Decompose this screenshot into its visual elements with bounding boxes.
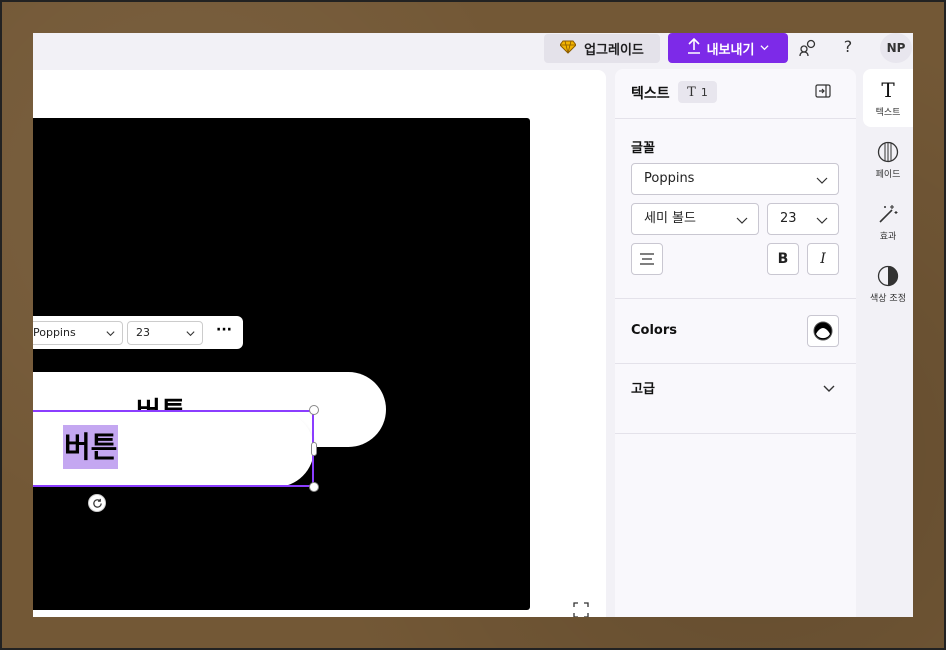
export-button[interactable]: 내보내기 — [668, 33, 788, 63]
more-options-button[interactable]: ··· — [213, 321, 235, 343]
font-size-value: 23 — [136, 326, 150, 339]
resize-handle-top-right[interactable] — [309, 405, 319, 415]
chevron-down-icon — [760, 41, 769, 56]
font-weight-value: 세미 볼드 — [644, 211, 696, 226]
rotate-icon[interactable] — [88, 494, 106, 512]
rail-item-text[interactable]: T 텍스트 — [863, 69, 913, 127]
selection-box[interactable] — [33, 410, 314, 487]
text-count: 1 — [700, 85, 708, 99]
font-section: 글꼴 Poppins 세미 볼드 23 B I — [615, 119, 856, 299]
collaborate-icon[interactable] — [798, 38, 818, 58]
chevron-down-icon — [186, 331, 195, 337]
italic-button[interactable]: I — [807, 243, 839, 275]
upgrade-label: 업그레이드 — [584, 43, 644, 58]
diamond-icon — [559, 40, 577, 58]
font-dropdown-value: Poppins — [33, 326, 76, 339]
fullscreen-icon[interactable] — [573, 602, 589, 617]
magic-wand-icon — [877, 203, 899, 225]
align-center-icon — [640, 253, 654, 265]
text-icon: T — [687, 84, 696, 100]
advanced-label: 고급 — [631, 382, 655, 397]
rail-item-color-adjust[interactable]: 색상 조정 — [863, 255, 913, 313]
font-weight-select[interactable]: 세미 볼드 — [631, 203, 759, 235]
chevron-down-icon — [106, 331, 115, 337]
align-center-button[interactable] — [631, 243, 663, 275]
chevron-down-icon — [736, 217, 748, 224]
bold-button[interactable]: B — [767, 243, 799, 275]
chevron-down-icon — [816, 217, 828, 224]
colors-label: Colors — [631, 323, 678, 338]
canvas-area: 버튼 버튼 Poppins 23 ··· — [33, 70, 606, 617]
font-family-select[interactable]: Poppins — [631, 163, 839, 195]
color-picker-button[interactable] — [807, 315, 839, 347]
editor-app: 업그레이드 내보내기 ? NP 버튼 버튼 — [33, 33, 913, 617]
top-bar: 업그레이드 내보내기 ? NP — [33, 33, 913, 69]
color-swatch-icon — [813, 321, 833, 341]
font-dropdown[interactable]: Poppins — [33, 321, 123, 345]
rail-item-label: 색상 조정 — [870, 293, 906, 304]
rail-item-label: 효과 — [879, 231, 897, 242]
resize-handle-right[interactable] — [311, 442, 317, 456]
resize-handle-bottom-right[interactable] — [309, 482, 319, 492]
font-size-dropdown[interactable]: 23 — [127, 321, 203, 345]
tools-rail: T 텍스트 페이드 효과 색상 조정 — [863, 69, 913, 617]
text-count-badge: T 1 — [678, 81, 717, 103]
text-icon: T — [881, 77, 895, 102]
advanced-section[interactable]: 고급 — [615, 364, 856, 434]
export-label: 내보내기 — [706, 42, 755, 58]
font-size-select[interactable]: 23 — [767, 203, 839, 235]
font-family-value: Poppins — [644, 171, 695, 186]
colors-section: Colors — [615, 299, 856, 364]
chevron-down-icon — [816, 177, 828, 184]
collapse-panel-icon[interactable] — [814, 82, 832, 100]
artboard[interactable]: 버튼 버튼 — [33, 118, 530, 610]
rail-item-fade[interactable]: 페이드 — [863, 131, 913, 189]
font-size-select-value: 23 — [780, 211, 797, 226]
rail-item-effects[interactable]: 효과 — [863, 193, 913, 251]
rail-item-label: 페이드 — [875, 169, 901, 180]
floating-toolbar: Poppins 23 ··· — [33, 316, 243, 349]
contrast-icon — [877, 265, 899, 287]
rail-item-label: 텍스트 — [875, 107, 901, 118]
avatar[interactable]: NP — [880, 33, 912, 63]
text-properties-panel: 텍스트 T 1 글꼴 Poppins 세미 볼드 23 B I Colors 고… — [615, 69, 856, 617]
upgrade-button[interactable]: 업그레이드 — [544, 34, 660, 63]
upload-icon — [687, 37, 701, 58]
panel-title: 텍스트 — [631, 86, 670, 102]
help-icon[interactable]: ? — [839, 37, 857, 59]
panel-header: 텍스트 T 1 — [615, 69, 856, 119]
font-section-label: 글꼴 — [631, 141, 655, 156]
chevron-down-icon — [823, 385, 835, 392]
fade-icon — [877, 141, 899, 163]
